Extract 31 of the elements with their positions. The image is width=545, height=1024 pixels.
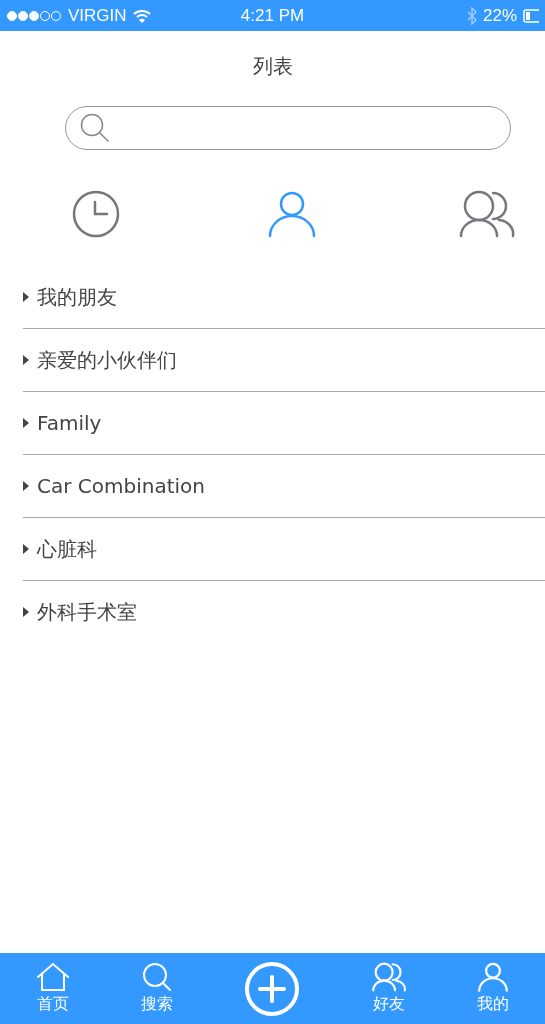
- battery-icon: [523, 8, 539, 23]
- caret-right-icon[interactable]: [23, 291, 29, 303]
- signal-icon: [6, 9, 62, 22]
- status-time: 4:21 PM: [240, 5, 305, 26]
- people-icon: [459, 190, 515, 238]
- caret-right-icon[interactable]: [23, 606, 29, 618]
- segment-tab[interactable]: [459, 188, 515, 240]
- caret-right-icon[interactable]: [23, 480, 29, 492]
- battery-percent: 22%: [482, 5, 517, 26]
- plus-circle-icon: [244, 960, 301, 1017]
- caret-right-icon[interactable]: [23, 543, 29, 555]
- carrier-name: VIRGIN: [68, 5, 127, 26]
- person-icon: [267, 190, 316, 238]
- group-label[interactable]: Car Combination: [37, 474, 205, 498]
- home-icon: [35, 962, 70, 992]
- caret-right-icon[interactable]: [23, 354, 29, 366]
- page-title: 列表: [251, 53, 294, 80]
- people-icon: [371, 962, 406, 992]
- search-icon: [80, 113, 110, 143]
- wifi-icon: [132, 8, 151, 23]
- search-icon: [142, 962, 173, 992]
- group-label[interactable]: 亲爱的小伙伴们: [37, 346, 177, 374]
- caret-right-icon[interactable]: [23, 417, 29, 429]
- bluetooth-icon: [466, 6, 477, 25]
- clock-icon: [72, 190, 120, 238]
- add-button[interactable]: [244, 960, 301, 1017]
- group-label[interactable]: 我的朋友: [37, 283, 117, 311]
- person-icon: [478, 962, 509, 992]
- group-label[interactable]: Family: [37, 411, 102, 435]
- group-label[interactable]: 外科手术室: [37, 598, 137, 626]
- group-label[interactable]: 心脏科: [37, 535, 97, 563]
